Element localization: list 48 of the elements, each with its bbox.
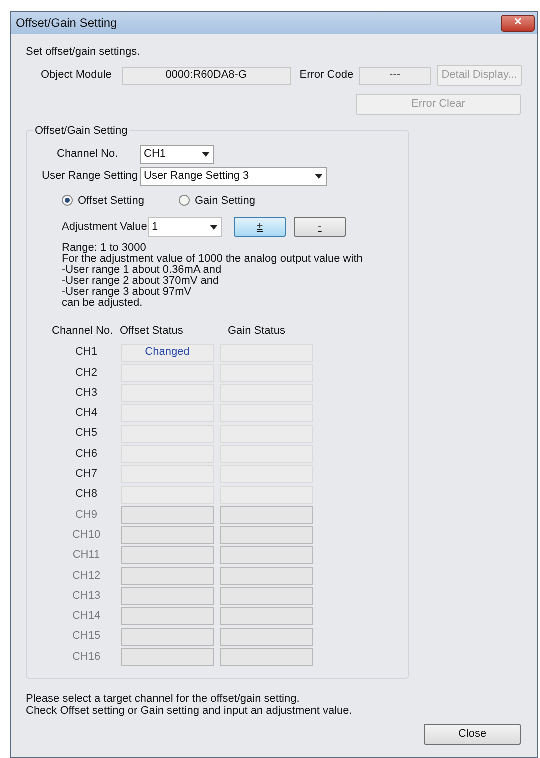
error-code-label: Error Code xyxy=(300,68,355,84)
offset-status-cell: Changed xyxy=(121,344,214,362)
help-text: -User range 3 about 97mV xyxy=(62,287,193,298)
channel-label: CH14 xyxy=(71,609,102,624)
column-header: Offset Status xyxy=(120,324,184,339)
help-text: -User range 1 about 0.36mA and xyxy=(62,265,223,276)
help-text: can be adjusted. xyxy=(62,298,144,309)
help-text: -User range 2 about 370mV and xyxy=(62,276,220,287)
object-module-field: 0000:R60DA8-G xyxy=(122,66,291,84)
object-module-label: Object Module xyxy=(41,68,113,84)
channel-dropdown[interactable]: CH1 xyxy=(140,144,214,164)
plus-minus-button[interactable]: ± xyxy=(234,217,286,237)
channel-label: CH12 xyxy=(71,568,102,584)
channel-label: CH1 xyxy=(74,345,98,360)
instruction-text: Please select a target channel for the offset/gain setting. xyxy=(26,692,301,705)
user-range-label: User Range Setting xyxy=(42,168,139,184)
channel-label: CH8 xyxy=(74,487,98,502)
channel-label: CH7 xyxy=(74,467,98,482)
intro-text: Set offset/gain settings. xyxy=(26,45,142,60)
channel-label: CH5 xyxy=(74,426,98,442)
user-range-dropdown[interactable]: User Range Setting 3 xyxy=(140,166,327,186)
error-code-field: --- xyxy=(359,66,432,84)
dropdown-caret-icon xyxy=(315,174,323,178)
close-dialog-button[interactable]: Close xyxy=(424,724,521,745)
radio-option[interactable]: Gain Setting xyxy=(179,192,276,209)
window-title: Offset/Gain Setting xyxy=(16,15,118,32)
channel-label: CH6 xyxy=(74,446,98,462)
channel-label: Channel No. xyxy=(57,146,120,162)
dropdown-caret-icon xyxy=(202,152,210,156)
radio-option[interactable]: Offset Setting xyxy=(62,192,159,209)
help-text: Range: 1 to 3000 xyxy=(62,243,148,254)
dropdown-caret-icon xyxy=(210,224,218,230)
column-header: Gain Status xyxy=(228,324,286,339)
adjustment-value-label: Adjustment Value xyxy=(62,220,148,235)
instruction-text: Check Offset setting or Gain setting and input an adjustment value. xyxy=(26,704,354,717)
minus-button[interactable]: - xyxy=(294,217,346,237)
channel-label: CH13 xyxy=(71,588,102,604)
channel-label: CH9 xyxy=(74,508,98,523)
channel-label: CH15 xyxy=(71,629,102,644)
channel-label: CH16 xyxy=(71,650,102,665)
channel-label: CH2 xyxy=(74,366,98,381)
column-header: Channel No. xyxy=(52,324,114,339)
adjustment-value-field[interactable]: 1 xyxy=(148,217,222,237)
channel-label: CH3 xyxy=(74,386,98,401)
channel-label: CH11 xyxy=(72,548,102,564)
help-text: For the adjustment value of 1000 the analog output value with xyxy=(62,254,364,265)
channel-label: CH4 xyxy=(74,406,98,422)
channel-label: CH10 xyxy=(71,528,102,543)
